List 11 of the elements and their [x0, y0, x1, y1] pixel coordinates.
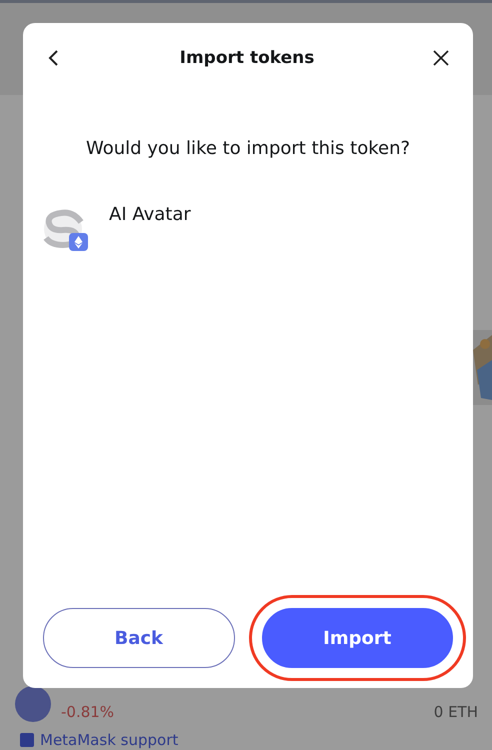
- import-question: Would you like to import this token?: [84, 138, 412, 159]
- dialog-title: Import tokens: [180, 48, 314, 68]
- help-icon: [20, 733, 34, 747]
- cancel-button[interactable]: Back: [43, 608, 234, 668]
- support-link[interactable]: MetaMask support: [40, 731, 178, 749]
- token-logo-icon: [43, 209, 89, 251]
- token-name: AI Avatar: [109, 204, 191, 227]
- account-avatar: [15, 686, 51, 722]
- balance-text: 0 ETH: [434, 702, 478, 721]
- price-change: -0.81%: [61, 702, 116, 721]
- close-icon: [432, 50, 449, 66]
